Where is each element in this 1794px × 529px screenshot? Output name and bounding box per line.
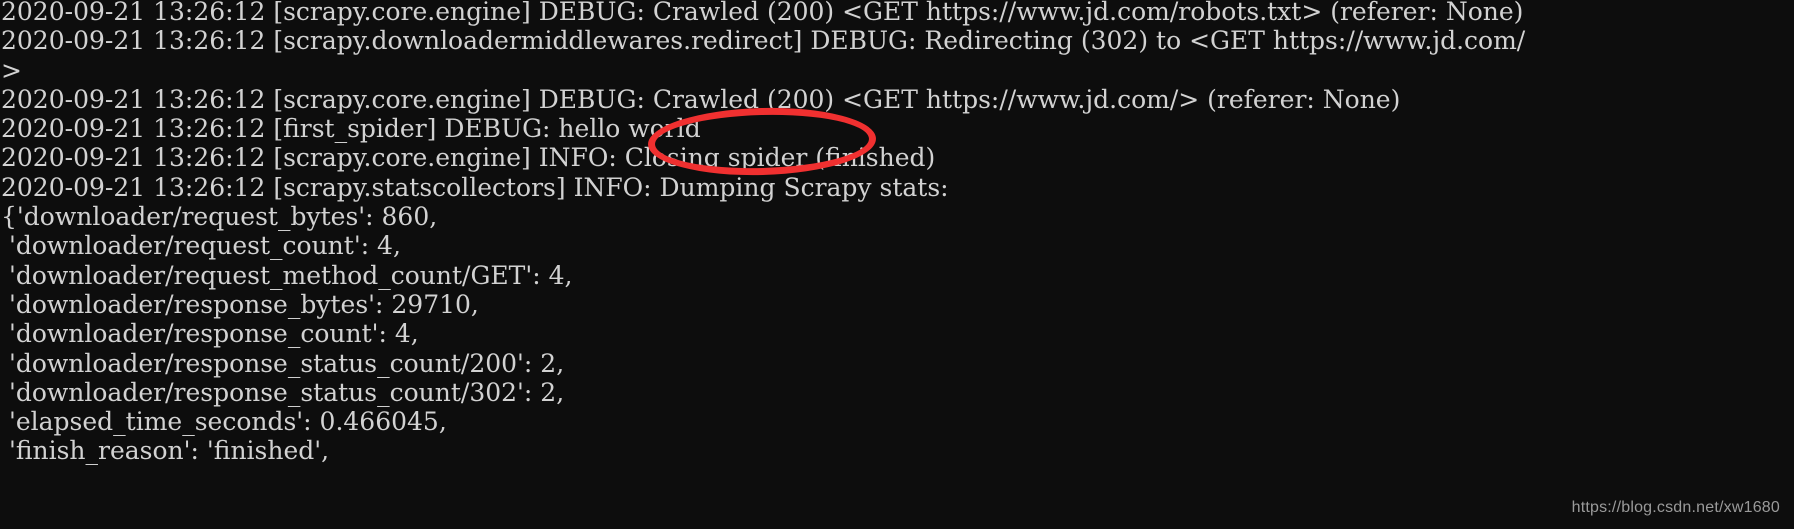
log-line: 'downloader/request_count': 4, bbox=[1, 231, 401, 261]
log-line: 'downloader/response_status_count/200': … bbox=[1, 348, 565, 378]
terminal-output-pane[interactable]: 2020-09-21 13:26:12 [scrapy.core.engine]… bbox=[0, 0, 1794, 529]
log-line-hello-world: 2020-09-21 13:26:12 [first_spider] DEBUG… bbox=[1, 114, 701, 144]
log-line: 2020-09-21 13:26:12 [scrapy.core.engine]… bbox=[1, 84, 1401, 114]
log-line: 'elapsed_time_seconds': 0.466045, bbox=[1, 407, 447, 437]
log-line: 2020-09-21 13:26:12 [scrapy.statscollect… bbox=[1, 172, 949, 202]
log-line: 'finish_reason': 'finished', bbox=[1, 436, 330, 466]
log-line: 'downloader/response_status_count/302': … bbox=[1, 377, 565, 407]
log-line: 'downloader/response_bytes': 29710, bbox=[1, 289, 479, 319]
log-line: 'downloader/request_method_count/GET': 4… bbox=[1, 260, 573, 290]
log-line: 'downloader/response_count': 4, bbox=[1, 319, 419, 349]
console-screenshot: 2020-09-21 13:26:12 [scrapy.core.engine]… bbox=[0, 0, 1794, 529]
log-line: > bbox=[1, 55, 22, 85]
log-line: 2020-09-21 13:26:12 [scrapy.downloadermi… bbox=[1, 26, 1526, 56]
log-line: 2020-09-21 13:26:12 [scrapy.core.engine]… bbox=[1, 143, 936, 173]
watermark-url: https://blog.csdn.net/xw1680 bbox=[1571, 499, 1780, 516]
log-line: {'downloader/request_bytes': 860, bbox=[1, 202, 438, 232]
log-line: 2020-09-21 13:26:12 [scrapy.core.engine]… bbox=[1, 0, 1524, 26]
